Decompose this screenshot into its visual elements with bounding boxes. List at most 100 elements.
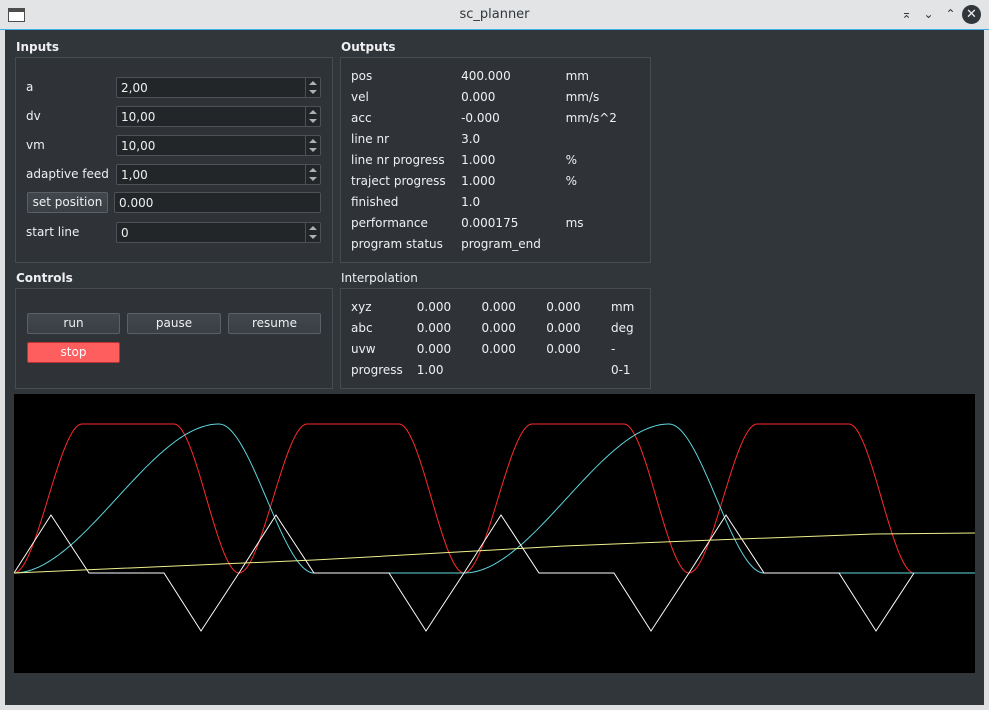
output-unit: % xyxy=(565,173,577,188)
close-icon[interactable]: ✕ xyxy=(962,5,981,24)
stop-button[interactable]: stop xyxy=(27,342,120,363)
start-line-spinbox[interactable]: 0 xyxy=(116,222,321,243)
interpolation-v2: 0.000 xyxy=(481,341,516,356)
output-label: finished xyxy=(351,194,399,209)
interpolation-label: abc xyxy=(351,320,373,335)
a-spinbox[interactable]: 2,00 xyxy=(116,77,321,98)
interpolation-v1: 1.00 xyxy=(416,362,444,377)
spin-up-icon[interactable] xyxy=(309,139,317,143)
start-line-value: 0 xyxy=(121,226,129,240)
vm-label: vm xyxy=(26,138,45,152)
vm-value: 10,00 xyxy=(121,139,156,153)
set-position-input[interactable]: 0.000 xyxy=(114,192,321,213)
output-row-line-nr-progress: line nr progress 1.000% xyxy=(341,149,650,170)
spin-up-icon[interactable] xyxy=(309,226,317,230)
interpolation-label: progress xyxy=(351,362,403,377)
pause-button[interactable]: pause xyxy=(127,313,221,334)
interpolation-row-abc: abc 0.000 0.000 0.000 deg xyxy=(341,317,650,338)
interpolation-v1: 0.000 xyxy=(416,320,452,335)
interpolation-label: xyz xyxy=(351,299,372,314)
spin-down-icon[interactable] xyxy=(309,90,317,94)
output-value: 0.000175 xyxy=(461,215,519,230)
interpolation-v2 xyxy=(471,359,536,380)
interpolation-row-xyz: xyz 0.000 0.000 0.000 mm xyxy=(341,296,650,317)
output-label: vel xyxy=(351,89,369,104)
output-value: 1.000 xyxy=(461,173,496,188)
interpolation-unit: - xyxy=(610,341,616,356)
output-label: traject progress xyxy=(351,173,446,188)
output-unit: ms xyxy=(565,215,584,230)
white-series-line xyxy=(13,514,915,632)
output-row-finished: finished 1.0 xyxy=(341,191,650,212)
resume-button[interactable]: resume xyxy=(228,313,321,334)
adaptive-feed-spin-arrows[interactable] xyxy=(305,165,320,184)
output-label: pos xyxy=(351,68,373,83)
outputs-table: pos 400.000 mm vel 0.000 mm/s acc -0.000 mm/s^2 l… xyxy=(341,65,650,254)
adaptive-feed-value: 1,00 xyxy=(121,168,148,182)
a-label: a xyxy=(26,80,34,94)
interpolation-v3: 0.000 xyxy=(546,320,581,335)
output-value: 1.000 xyxy=(461,152,496,167)
output-row-acc: acc -0.000 mm/s^2 xyxy=(341,107,650,128)
maximize-icon[interactable]: ⌃ xyxy=(941,5,960,24)
outputs-title: Outputs xyxy=(341,40,396,54)
interpolation-panel: xyz 0.000 0.000 0.000 mm abc 0.000 0.000 0.000 de… xyxy=(340,288,651,389)
main-window: Inputs a 2,00 dv 10,00 vm 10,00 adaptive… xyxy=(5,30,984,705)
spin-down-icon[interactable] xyxy=(309,177,317,181)
spin-up-icon[interactable] xyxy=(309,168,317,172)
interpolation-unit: deg xyxy=(610,320,634,335)
vm-spin-arrows[interactable] xyxy=(305,136,320,155)
output-unit: % xyxy=(565,152,577,167)
spin-down-icon[interactable] xyxy=(309,119,317,123)
spin-down-icon[interactable] xyxy=(309,235,317,239)
output-row-traject-progress: traject progress 1.000% xyxy=(341,170,650,191)
output-label: program status xyxy=(351,236,443,251)
output-label: acc xyxy=(351,110,372,125)
dv-label: dv xyxy=(26,109,41,123)
motion-plot xyxy=(13,394,976,673)
keep-above-icon[interactable]: ⌅ xyxy=(897,5,916,24)
start-line-label: start line xyxy=(26,225,80,239)
window-title: sc_planner xyxy=(459,7,530,22)
outputs-panel: pos 400.000 mm vel 0.000 mm/s acc -0.000 mm/s^2 l… xyxy=(340,57,651,263)
adaptive-feed-label: adaptive feed xyxy=(26,167,109,181)
output-unit: mm/s^2 xyxy=(565,110,617,125)
inputs-title: Inputs xyxy=(16,40,60,54)
interpolation-v3: 0.000 xyxy=(546,341,581,356)
spin-up-icon[interactable] xyxy=(309,81,317,85)
dv-spin-arrows[interactable] xyxy=(305,107,320,126)
spin-up-icon[interactable] xyxy=(309,110,317,114)
minimize-icon[interactable]: ⌄ xyxy=(919,5,938,24)
set-position-value: 0.000 xyxy=(119,196,154,210)
output-unit xyxy=(556,191,650,212)
vm-spinbox[interactable]: 10,00 xyxy=(116,135,321,156)
interpolation-row-progress: progress 1.00 0-1 xyxy=(341,359,650,380)
title-bar[interactable]: sc_planner ⌅ ⌄ ⌃ ✕ xyxy=(0,0,989,30)
interpolation-v3 xyxy=(536,359,601,380)
output-unit xyxy=(556,128,650,149)
interpolation-v1: 0.000 xyxy=(416,341,452,356)
output-value: 1.0 xyxy=(461,194,481,209)
controls-panel: run pause resume stop xyxy=(15,288,333,389)
interpolation-row-uvw: uvw 0.000 0.000 0.000 - xyxy=(341,338,650,359)
set-position-button[interactable]: set position xyxy=(27,192,108,213)
start-line-spin-arrows[interactable] xyxy=(305,223,320,242)
output-label: line nr progress xyxy=(351,152,445,167)
output-row-vel: vel 0.000 mm/s xyxy=(341,86,650,107)
output-value: 0.000 xyxy=(461,89,496,104)
output-label: line nr xyxy=(351,131,390,146)
interpolation-label: uvw xyxy=(351,341,376,356)
output-value: 3.0 xyxy=(461,131,481,146)
adaptive-feed-spinbox[interactable]: 1,00 xyxy=(116,164,321,185)
dv-spinbox[interactable]: 10,00 xyxy=(116,106,321,127)
spin-down-icon[interactable] xyxy=(309,148,317,152)
output-label: performance xyxy=(351,215,428,230)
interpolation-unit: mm xyxy=(610,299,635,314)
output-unit: mm xyxy=(565,68,589,83)
a-spin-arrows[interactable] xyxy=(305,78,320,97)
run-button[interactable]: run xyxy=(27,313,120,334)
output-row-pos: pos 400.000 mm xyxy=(341,65,650,86)
dv-value: 10,00 xyxy=(121,110,156,124)
output-value: 400.000 xyxy=(461,68,511,83)
interpolation-title: Interpolation xyxy=(341,271,418,285)
